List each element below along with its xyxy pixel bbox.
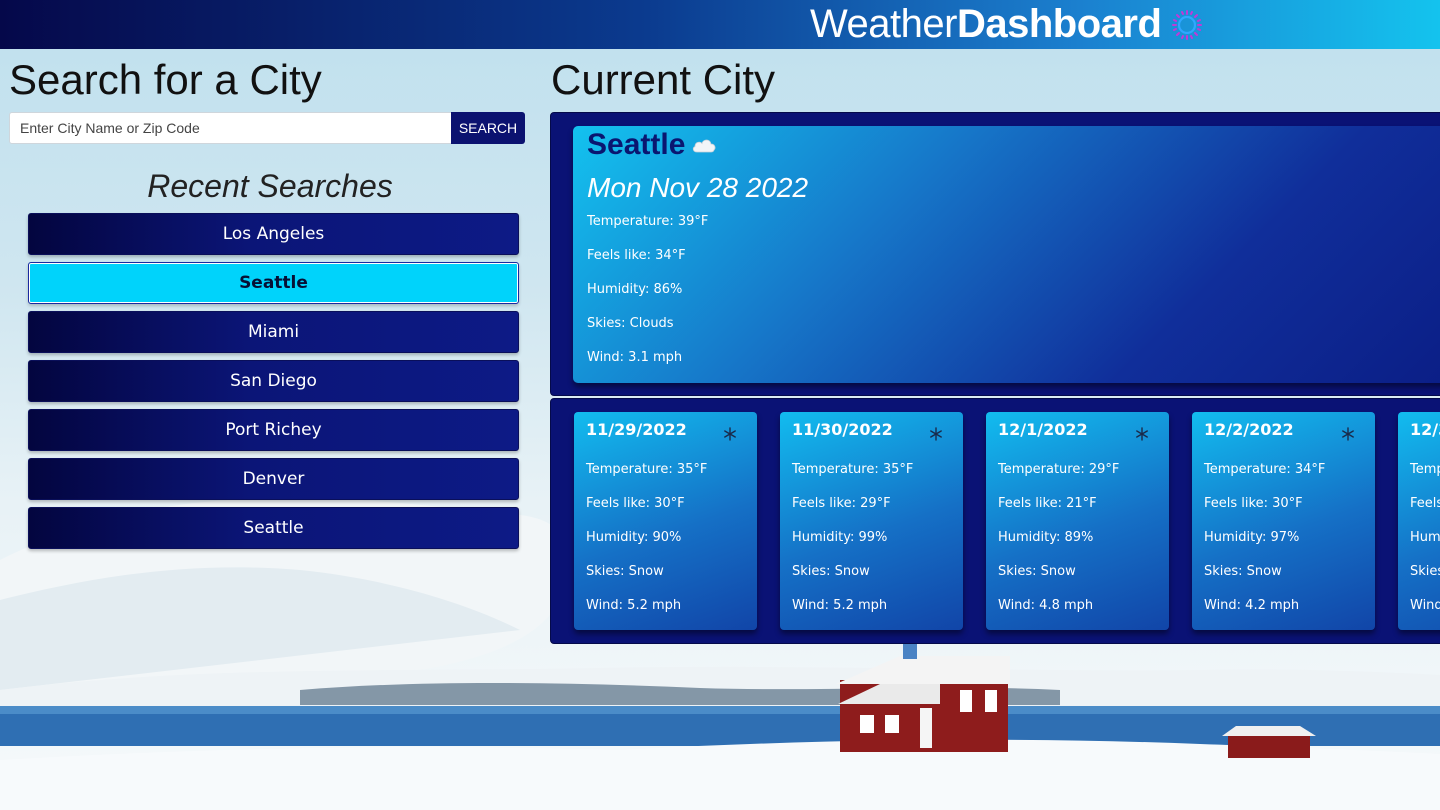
forecast-wind: Wind: 4.8 mph <box>998 598 1094 613</box>
forecast-humidity: Hum <box>1410 530 1440 545</box>
forecast-card: 11/30/2022 Temperature: 35°F Feels like:… <box>780 412 963 630</box>
recent-search-item[interactable]: Miami <box>28 311 519 353</box>
current-weather-card: Seattle Mon Nov 28 2022 Temperature: 39°… <box>573 126 1440 383</box>
recent-search-item[interactable]: Port Richey <box>28 409 519 451</box>
forecast-card: 12/1/2022 Temperature: 29°F Feels like: … <box>986 412 1169 630</box>
current-humidity: Humidity: 86% <box>587 282 683 297</box>
brand-weather-text: Weather <box>810 2 957 46</box>
forecast-card: 11/29/2022 Temperature: 35°F Feels like:… <box>574 412 757 630</box>
forecast-card: 12/2/2022 Temperature: 34°F Feels like: … <box>1192 412 1375 630</box>
forecast-skies: Skies: Snow <box>998 564 1076 579</box>
recent-search-item[interactable]: San Diego <box>28 360 519 402</box>
recent-searches-list: Los Angeles Seattle Miami San Diego Port… <box>28 213 519 556</box>
recent-search-item[interactable]: Los Angeles <box>28 213 519 255</box>
forecast-panel: 11/29/2022 Temperature: 35°F Feels like:… <box>550 398 1440 644</box>
current-feels-like: Feels like: 34°F <box>587 248 686 263</box>
app-header: Weather Dashboard <box>0 0 1440 49</box>
forecast-date: 11/29/2022 <box>586 420 687 439</box>
city-name-text: Seattle <box>587 128 686 161</box>
recent-search-item-active[interactable]: Seattle <box>28 262 519 304</box>
sun-icon <box>1172 9 1203 40</box>
forecast-temperature: Temp <box>1410 462 1440 477</box>
cloud-icon <box>693 139 716 153</box>
snowflake-icon <box>1136 427 1148 441</box>
forecast-date: 11/30/2022 <box>792 420 893 439</box>
search-button[interactable]: SEARCH <box>451 112 525 144</box>
forecast-feels-like: Feels like: 21°F <box>998 496 1097 511</box>
forecast-date: 12/2/2022 <box>1204 420 1294 439</box>
forecast-card-partial: 12/3 Temp Feels Hum Skies Wind <box>1398 412 1440 630</box>
forecast-skies: Skies: Snow <box>586 564 664 579</box>
forecast-temperature: Temperature: 35°F <box>792 462 914 477</box>
forecast-date: 12/3 <box>1410 420 1440 439</box>
forecast-humidity: Humidity: 97% <box>1204 530 1300 545</box>
forecast-temperature: Temperature: 29°F <box>998 462 1120 477</box>
forecast-feels-like: Feels like: 30°F <box>586 496 685 511</box>
forecast-skies: Skies: Snow <box>1204 564 1282 579</box>
forecast-wind: Wind: 5.2 mph <box>792 598 888 613</box>
search-bar: SEARCH <box>9 112 525 144</box>
recent-search-item[interactable]: Denver <box>28 458 519 500</box>
current-wind: Wind: 3.1 mph <box>587 350 683 365</box>
recent-searches-heading: Recent Searches <box>147 168 393 204</box>
forecast-humidity: Humidity: 90% <box>586 530 682 545</box>
current-skies: Skies: Clouds <box>587 316 674 331</box>
forecast-feels-like: Feels like: 29°F <box>792 496 891 511</box>
app-brand: Weather Dashboard <box>810 2 1203 47</box>
current-city-name: Seattle <box>587 128 717 162</box>
current-city-heading: Current City <box>551 56 776 103</box>
forecast-temperature: Temperature: 35°F <box>586 462 708 477</box>
snowflake-icon <box>724 427 736 441</box>
forecast-skies: Skies: Snow <box>792 564 870 579</box>
snowflake-icon <box>1342 427 1354 441</box>
forecast-feels-like: Feels <box>1410 496 1440 511</box>
snowflake-icon <box>930 427 942 441</box>
brand-dashboard-text: Dashboard <box>956 2 1162 46</box>
forecast-date: 12/1/2022 <box>998 420 1088 439</box>
forecast-wind: Wind <box>1410 598 1440 613</box>
current-weather-panel: Seattle Mon Nov 28 2022 Temperature: 39°… <box>550 112 1440 396</box>
forecast-feels-like: Feels like: 30°F <box>1204 496 1303 511</box>
forecast-skies: Skies <box>1410 564 1440 579</box>
forecast-wind: Wind: 5.2 mph <box>586 598 682 613</box>
search-heading: Search for a City <box>9 56 322 103</box>
forecast-humidity: Humidity: 89% <box>998 530 1094 545</box>
city-search-input[interactable] <box>9 112 451 144</box>
forecast-wind: Wind: 4.2 mph <box>1204 598 1300 613</box>
current-temperature: Temperature: 39°F <box>587 214 709 229</box>
forecast-temperature: Temperature: 34°F <box>1204 462 1326 477</box>
recent-search-item[interactable]: Seattle <box>28 507 519 549</box>
forecast-humidity: Humidity: 99% <box>792 530 888 545</box>
current-date: Mon Nov 28 2022 <box>587 172 809 203</box>
